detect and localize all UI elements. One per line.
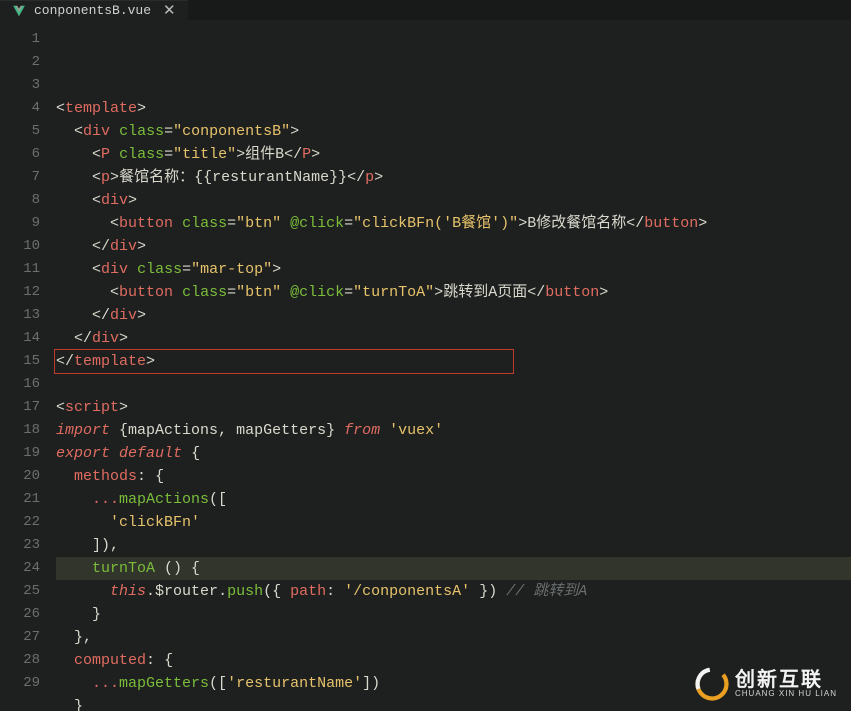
code-line[interactable]: import {mapActions, mapGetters} from 'vu…: [56, 419, 851, 442]
logo-icon: [695, 667, 729, 701]
code-line[interactable]: <div>: [56, 189, 851, 212]
line-number: 3: [0, 74, 40, 97]
code-line[interactable]: </div>: [56, 327, 851, 350]
line-number: 14: [0, 327, 40, 350]
line-number: 27: [0, 626, 40, 649]
code-line[interactable]: </div>: [56, 304, 851, 327]
line-number: 10: [0, 235, 40, 258]
code-line[interactable]: <template>: [56, 97, 851, 120]
code-editor: conponentsB.vue ✕ 1234567891011121314151…: [0, 0, 851, 711]
code-line[interactable]: },: [56, 626, 851, 649]
tab-bar: conponentsB.vue ✕: [0, 0, 851, 20]
code-line[interactable]: <script>: [56, 396, 851, 419]
watermark-logo: 创新互联 CHUANG XIN HU LIAN: [695, 667, 837, 701]
line-number: 5: [0, 120, 40, 143]
line-number: 2: [0, 51, 40, 74]
code-line[interactable]: methods: {: [56, 465, 851, 488]
code-line[interactable]: this.$router.push({ path: '/conponentsA'…: [56, 580, 851, 603]
line-number: 18: [0, 419, 40, 442]
line-number: 21: [0, 488, 40, 511]
code-line[interactable]: ]),: [56, 534, 851, 557]
line-number: 4: [0, 97, 40, 120]
line-number: 1: [0, 28, 40, 51]
code-line[interactable]: ...mapActions([: [56, 488, 851, 511]
logo-text-cn: 创新互联: [735, 670, 837, 690]
code-line[interactable]: <button class="btn" @click="turnToA">跳转到…: [56, 281, 851, 304]
line-gutter: 1234567891011121314151617181920212223242…: [0, 28, 56, 711]
code-line[interactable]: export default {: [56, 442, 851, 465]
line-number: 6: [0, 143, 40, 166]
line-number: 12: [0, 281, 40, 304]
line-number: 19: [0, 442, 40, 465]
line-number: 17: [0, 396, 40, 419]
code-line[interactable]: </template>: [56, 350, 851, 373]
line-number: 9: [0, 212, 40, 235]
code-line[interactable]: <div class="conponentsB">: [56, 120, 851, 143]
line-number: 20: [0, 465, 40, 488]
line-number: 7: [0, 166, 40, 189]
line-number: 16: [0, 373, 40, 396]
code-line[interactable]: </div>: [56, 235, 851, 258]
code-line[interactable]: turnToA () {: [56, 557, 851, 580]
line-number: 11: [0, 258, 40, 281]
line-number: 22: [0, 511, 40, 534]
line-number: 15: [0, 350, 40, 373]
vue-file-icon: [12, 4, 26, 18]
code-line[interactable]: <button class="btn" @click="clickBFn('B餐…: [56, 212, 851, 235]
line-number: 24: [0, 557, 40, 580]
code-line[interactable]: [56, 373, 851, 396]
code-line[interactable]: }: [56, 603, 851, 626]
code-line[interactable]: <p>餐馆名称：{{resturantName}}</p>: [56, 166, 851, 189]
line-number: 8: [0, 189, 40, 212]
line-number: 23: [0, 534, 40, 557]
line-number: 29: [0, 672, 40, 695]
tab-filename: conponentsB.vue: [34, 3, 151, 18]
file-tab[interactable]: conponentsB.vue ✕: [0, 0, 188, 20]
line-number: 26: [0, 603, 40, 626]
code-line[interactable]: <P class="title">组件B</P>: [56, 143, 851, 166]
close-icon[interactable]: ✕: [163, 1, 176, 20]
logo-text-en: CHUANG XIN HU LIAN: [735, 690, 837, 698]
line-number: 28: [0, 649, 40, 672]
editor-body[interactable]: 1234567891011121314151617181920212223242…: [0, 20, 851, 711]
line-number: 25: [0, 580, 40, 603]
line-number: 13: [0, 304, 40, 327]
code-line[interactable]: <div class="mar-top">: [56, 258, 851, 281]
code-line[interactable]: 'clickBFn': [56, 511, 851, 534]
code-content[interactable]: <template> <div class="conponentsB"> <P …: [56, 28, 851, 711]
